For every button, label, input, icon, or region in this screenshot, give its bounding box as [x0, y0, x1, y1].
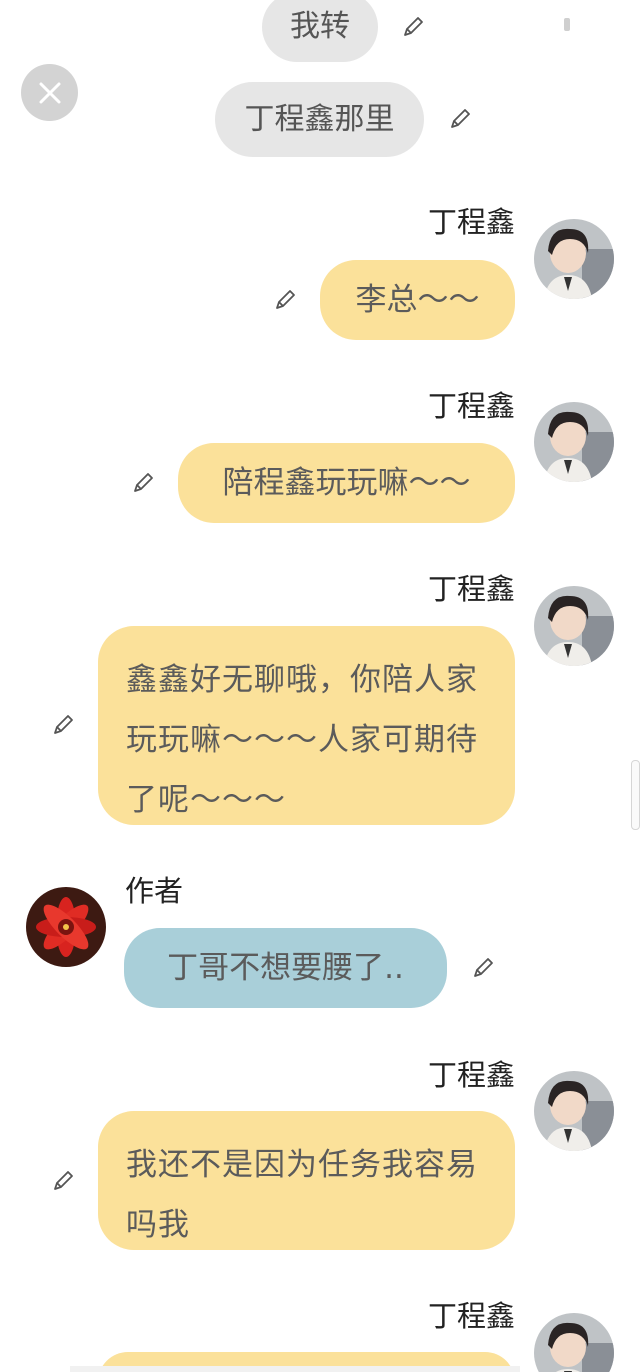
message-bubble[interactable]: 李总～～ [320, 260, 515, 340]
message-text: 李总～～ [355, 281, 480, 318]
narration-pill: 丁程鑫那里 [215, 82, 424, 157]
narration-pill: 我转 [262, 0, 378, 62]
pencil-icon[interactable] [470, 955, 496, 981]
pencil-icon[interactable] [50, 712, 76, 738]
character-avatar[interactable] [534, 586, 614, 666]
bottom-bar [70, 1366, 520, 1372]
pencil-icon[interactable] [447, 106, 473, 132]
sender-name: 丁程鑫 [427, 1299, 515, 1333]
message-text: 丁哥不想要腰了.. [167, 949, 404, 986]
sender-name: 丁程鑫 [427, 389, 515, 423]
pencil-icon[interactable] [272, 287, 298, 313]
pencil-icon[interactable] [400, 14, 426, 40]
message-text: 鑫鑫好无聊哦，你陪人家玩玩嘛～～～人家可期待了呢～～～ [126, 662, 478, 818]
message-bubble[interactable]: 鑫鑫好无聊哦，你陪人家玩玩嘛～～～人家可期待了呢～～～ [98, 626, 515, 825]
scrollbar-thumb[interactable] [631, 760, 640, 830]
close-button[interactable] [21, 64, 78, 121]
narration-text: 丁程鑫那里 [244, 101, 395, 137]
sender-name: 丁程鑫 [427, 205, 515, 239]
portrait-avatar [534, 586, 614, 666]
message-bubble[interactable]: 丁哥不想要腰了.. [124, 928, 447, 1008]
message-bubble[interactable]: 我还不是因为任务我容易吗我 [98, 1111, 515, 1250]
character-avatar[interactable] [534, 1313, 614, 1372]
message-text: 我还不是因为任务我容易吗我 [126, 1147, 478, 1243]
narration-text: 我转 [290, 9, 350, 44]
portrait-avatar [534, 1071, 614, 1151]
chat-screen: 我转 丁程鑫那里 丁程鑫 李总～～ 丁程鑫 陪程鑫玩玩嘛～～ 丁程鑫 鑫鑫好无聊… [0, 0, 640, 1372]
character-avatar[interactable] [534, 402, 614, 482]
character-avatar[interactable] [534, 219, 614, 299]
portrait-avatar [534, 1313, 614, 1372]
pencil-icon[interactable] [130, 470, 156, 496]
message-text: 陪程鑫玩玩嘛～～ [222, 464, 471, 501]
red-flower-avatar [26, 887, 106, 967]
author-avatar[interactable] [26, 887, 106, 967]
sender-name: 丁程鑫 [427, 1058, 515, 1092]
sender-name: 丁程鑫 [427, 572, 515, 606]
sender-name: 作者 [125, 874, 184, 908]
close-icon [39, 82, 60, 103]
pencil-icon[interactable] [50, 1168, 76, 1194]
portrait-avatar [534, 219, 614, 299]
status-indicator [564, 18, 570, 31]
portrait-avatar [534, 402, 614, 482]
message-bubble[interactable]: 陪程鑫玩玩嘛～～ [178, 443, 515, 523]
character-avatar[interactable] [534, 1071, 614, 1151]
